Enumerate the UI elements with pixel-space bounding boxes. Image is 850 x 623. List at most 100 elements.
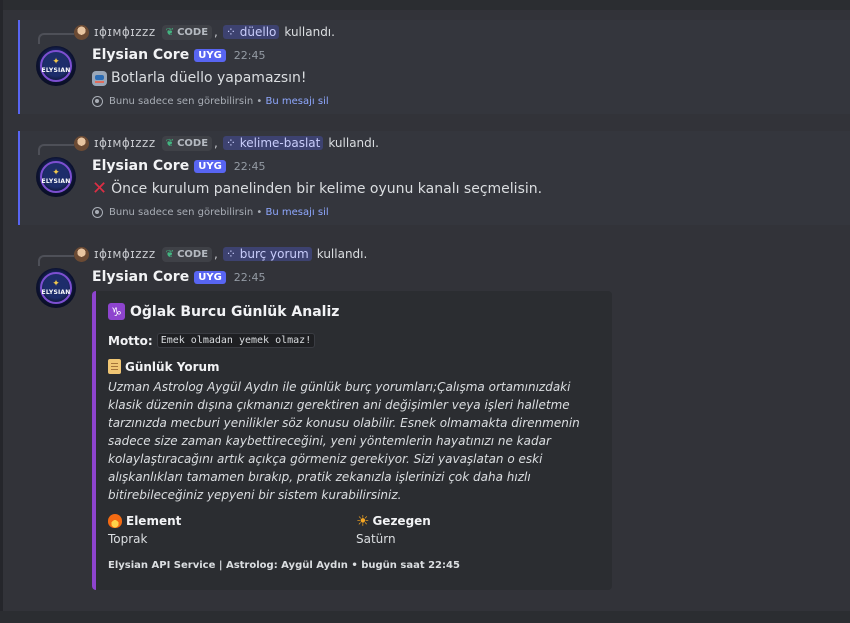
planet-label: Gezegen [372, 514, 431, 528]
reply-username[interactable]: ɪɸɪᴍɸɪzzz [94, 25, 156, 39]
reply-username[interactable]: ɪɸɪᴍɸɪzzz [94, 247, 156, 261]
server-tag: ❦ CODE [161, 246, 213, 262]
ephemeral-note: Bunu sadece sen görebilirsin • Bu mesajı… [92, 207, 329, 218]
command-mention[interactable]: ⁘ burç yorum [222, 247, 312, 261]
command-name: kelime-baslat [239, 136, 321, 150]
bot-avatar[interactable]: ✦ ELYSIAN [36, 46, 76, 86]
element-label: Element [126, 514, 182, 528]
avatar-emblem: ✦ ELYSIAN [40, 272, 72, 304]
command-mention[interactable]: ⁘ düello [222, 25, 280, 39]
message-content: Botlarla düello yapamazsın! [92, 68, 307, 88]
user-avatar-small [74, 246, 89, 262]
daily-comment-label: Günlük Yorum [125, 359, 220, 374]
separator: • [256, 207, 263, 218]
comma: , [214, 247, 218, 261]
avatar-label: ELYSIAN [41, 289, 71, 296]
only-you-text: Bunu sadece sen görebilirsin [109, 96, 254, 107]
slash-command-icon: ⁘ [225, 25, 240, 39]
bot-avatar[interactable]: ✦ ELYSIAN [36, 157, 76, 197]
avatar-emblem: ✦ ELYSIAN [40, 161, 72, 193]
reply-context[interactable]: ɪɸɪᴍɸɪzzz ❦ CODE , ⁘ burç yorum kullandı. [74, 244, 367, 264]
comma: , [214, 25, 218, 39]
server-tag-label: CODE [177, 248, 209, 260]
slash-command-icon: ⁘ [225, 136, 240, 150]
bottom-band [0, 611, 850, 623]
bot-avatar[interactable]: ✦ ELYSIAN [36, 268, 76, 308]
author-name[interactable]: Elysian Core [92, 269, 189, 285]
command-mention[interactable]: ⁘ kelime-baslat [222, 136, 324, 150]
app-badge: UYG [194, 159, 226, 173]
server-tag-label: CODE [177, 137, 209, 149]
embed-motto: Motto: Emek olmadan yemek olmaz! [108, 333, 316, 348]
top-bar [0, 0, 850, 10]
avatar-label: ELYSIAN [41, 178, 71, 185]
message-header: Elysian Core UYG 22:45 [92, 269, 265, 285]
slash-command-icon: ⁘ [225, 247, 240, 261]
star-icon: ✦ [52, 57, 60, 67]
separator: • [256, 96, 263, 107]
app-badge: UYG [194, 270, 226, 284]
star-icon: ✦ [52, 168, 60, 178]
element-field-name: Element [108, 514, 181, 528]
app-badge: UYG [194, 48, 226, 62]
command-name: burç yorum [239, 247, 309, 261]
reply-context[interactable]: ɪɸɪᴍɸɪzzz ❦ CODE , ⁘ düello kullandı. [74, 22, 335, 42]
element-value: Toprak [108, 532, 148, 546]
message-text: Önce kurulum panelinden bir kelime oyunu… [111, 181, 543, 197]
capricorn-icon: ♑ [108, 303, 125, 320]
command-name: düello [239, 25, 277, 39]
used-label: kullandı. [316, 247, 368, 261]
leaf-icon: ❦ [165, 137, 175, 149]
message-header: Elysian Core UYG 22:45 [92, 47, 265, 63]
scroll-icon [108, 359, 121, 374]
server-tag: ❦ CODE [161, 24, 213, 40]
embed-footer: Elysian API Service | Astrolog: Aygül Ay… [108, 560, 460, 571]
fire-icon [108, 514, 122, 528]
reply-spine [38, 144, 74, 155]
reply-spine [38, 33, 74, 44]
sun-icon: ☀ [356, 512, 370, 530]
delete-message-link[interactable]: Bu mesajı sil [266, 96, 329, 107]
server-tag-label: CODE [177, 26, 209, 38]
embed-title-text: Oğlak Burcu Günlük Analiz [130, 303, 340, 320]
delete-message-link[interactable]: Bu mesajı sil [266, 207, 329, 218]
planet-field: ☀ Gezegen Satürn [356, 512, 431, 547]
robot-icon [92, 70, 107, 86]
timestamp[interactable]: 22:45 [234, 160, 266, 173]
comma: , [214, 136, 218, 150]
used-label: kullandı. [284, 25, 335, 39]
element-field: Element Toprak [108, 514, 181, 546]
reply-username[interactable]: ɪɸɪᴍɸɪzzz [94, 136, 156, 150]
star-icon: ✦ [52, 279, 60, 289]
avatar-emblem: ✦ ELYSIAN [40, 50, 72, 82]
avatar-label: ELYSIAN [41, 67, 71, 74]
daily-comment-text: Uzman Astrolog Aygül Aydın ile günlük bu… [108, 380, 580, 502]
author-name[interactable]: Elysian Core [92, 47, 189, 63]
user-avatar-small [74, 135, 89, 151]
only-you-text: Bunu sadece sen görebilirsin [109, 207, 254, 218]
eye-icon [92, 207, 103, 218]
ephemeral-note: Bunu sadece sen görebilirsin • Bu mesajı… [92, 96, 329, 107]
timestamp[interactable]: 22:45 [234, 49, 266, 62]
horoscope-embed: ♑ Oğlak Burcu Günlük Analiz Motto: Emek … [92, 291, 612, 590]
leaf-icon: ❦ [165, 26, 175, 38]
daily-comment-heading: Günlük Yorum [108, 359, 220, 374]
reply-context[interactable]: ɪɸɪᴍɸɪzzz ❦ CODE , ⁘ kelime-baslat kullan… [74, 133, 379, 153]
message-header: Elysian Core UYG 22:45 [92, 158, 265, 174]
cross-mark-icon: ✕ [92, 178, 108, 199]
planet-field-name: ☀ Gezegen [356, 512, 431, 530]
message-text: Botlarla düello yapamazsın! [111, 70, 307, 86]
eye-icon [92, 96, 103, 107]
left-edge [0, 0, 3, 623]
motto-label: Motto: [108, 333, 153, 348]
timestamp[interactable]: 22:45 [234, 271, 266, 284]
server-tag: ❦ CODE [161, 135, 213, 151]
motto-code: Emek olmadan yemek olmaz! [156, 333, 316, 348]
reply-spine [38, 255, 74, 266]
author-name[interactable]: Elysian Core [92, 158, 189, 174]
embed-title: ♑ Oğlak Burcu Günlük Analiz [108, 303, 339, 320]
leaf-icon: ❦ [165, 248, 175, 260]
message-content: ✕ Önce kurulum panelinden bir kelime oyu… [92, 179, 542, 199]
user-avatar-small [74, 24, 89, 40]
used-label: kullandı. [328, 136, 379, 150]
